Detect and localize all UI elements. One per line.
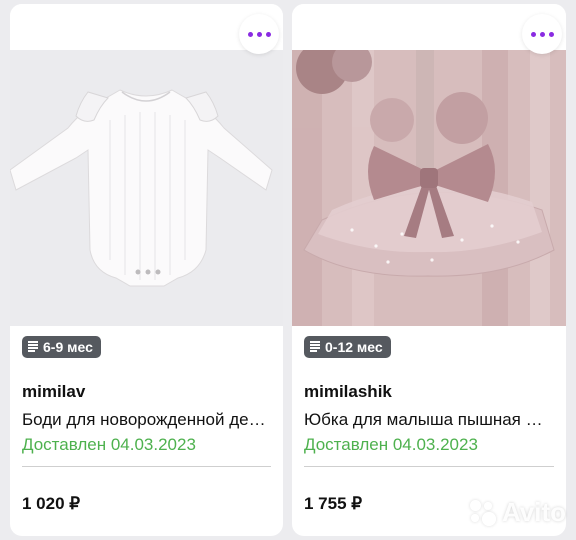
delivery-status: Доставлен 04.03.2023 xyxy=(304,435,478,454)
seller-name: mimilashik xyxy=(304,382,392,401)
listing-card[interactable]: 0-12 мес mimilashik Юбка для малыша пышн… xyxy=(292,4,566,536)
listing-card[interactable]: 6-9 мес mimilav Боди для новорожденной д… xyxy=(10,4,283,536)
age-badge-label: 0-12 мес xyxy=(325,339,383,355)
age-badge: 0-12 мес xyxy=(304,336,391,358)
document-icon xyxy=(310,341,320,353)
seller-name: mimilav xyxy=(22,382,86,401)
avito-logo-icon xyxy=(468,498,498,528)
product-photo[interactable] xyxy=(292,50,566,326)
product-title[interactable]: Юбка для малыша пышная фатиновая xyxy=(304,410,554,430)
product-photo[interactable] xyxy=(10,50,283,326)
more-options-button[interactable] xyxy=(522,14,562,54)
delivery-status: Доставлен 04.03.2023 xyxy=(22,435,196,454)
document-icon xyxy=(28,341,38,353)
avito-watermark: Avito xyxy=(468,497,566,528)
bodysuit-image xyxy=(10,50,283,326)
age-badge: 6-9 мес xyxy=(22,336,101,358)
divider xyxy=(22,466,271,467)
tutu-skirt-image xyxy=(292,50,566,326)
price: 1 020 ₽ xyxy=(22,494,81,513)
age-badge-label: 6-9 мес xyxy=(43,339,93,355)
more-options-button[interactable] xyxy=(239,14,279,54)
divider xyxy=(304,466,554,467)
product-title[interactable]: Боди для новорожденной девочки xyxy=(22,410,272,430)
price: 1 755 ₽ xyxy=(304,494,363,513)
avito-watermark-text: Avito xyxy=(501,497,566,527)
